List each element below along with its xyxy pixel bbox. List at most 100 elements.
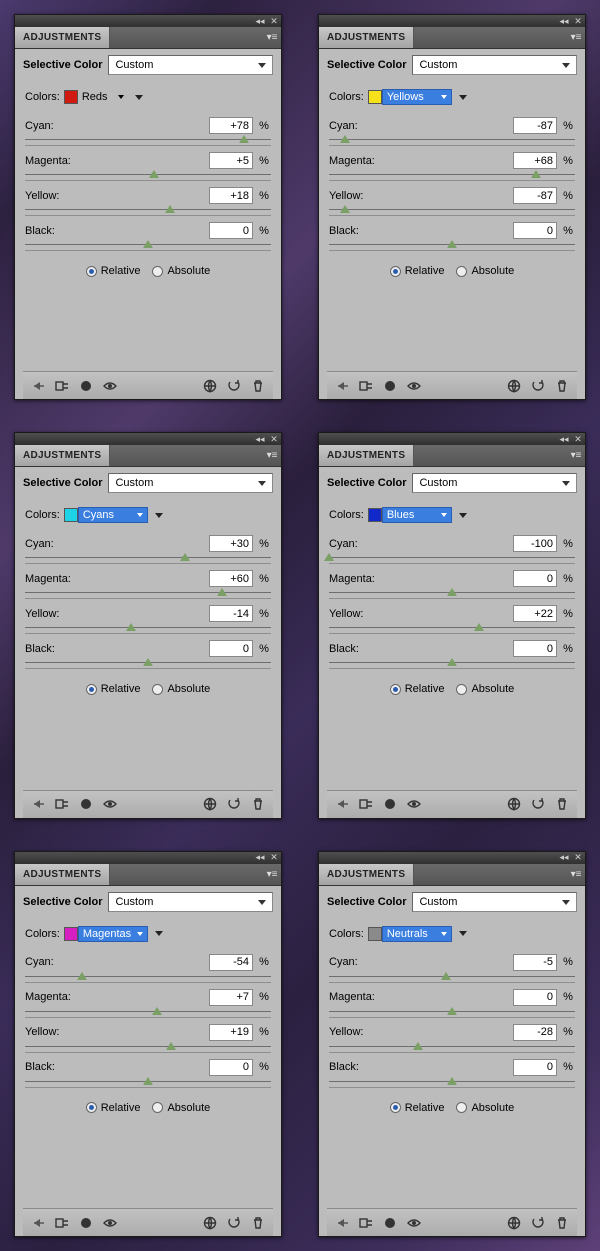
channel-slider[interactable] bbox=[329, 624, 575, 634]
expand-icon[interactable] bbox=[53, 795, 71, 813]
slider-thumb[interactable] bbox=[152, 1007, 162, 1015]
slider-thumb[interactable] bbox=[77, 972, 87, 980]
trash-icon[interactable] bbox=[249, 1214, 267, 1232]
close-icon[interactable]: ✕ bbox=[573, 434, 583, 444]
radio-absolute[interactable]: Absolute bbox=[152, 683, 210, 695]
new-layer-icon[interactable] bbox=[77, 377, 95, 395]
new-layer-icon[interactable] bbox=[381, 377, 399, 395]
channel-slider[interactable] bbox=[25, 206, 271, 216]
trash-icon[interactable] bbox=[553, 795, 571, 813]
clip-icon[interactable] bbox=[201, 795, 219, 813]
reset-icon[interactable] bbox=[529, 795, 547, 813]
tab-adjustments[interactable]: ADJUSTMENTS bbox=[319, 27, 414, 48]
radio-relative[interactable]: Relative bbox=[390, 1102, 445, 1114]
slider-thumb[interactable] bbox=[180, 553, 190, 561]
slider-thumb[interactable] bbox=[441, 972, 451, 980]
channel-slider[interactable] bbox=[329, 1043, 575, 1053]
radio-absolute[interactable]: Absolute bbox=[152, 1102, 210, 1114]
color-dropdown[interactable]: Blues bbox=[382, 507, 452, 523]
expand-icon[interactable] bbox=[357, 795, 375, 813]
channel-slider[interactable] bbox=[25, 136, 271, 146]
channel-slider[interactable] bbox=[25, 1043, 271, 1053]
channel-value-input[interactable] bbox=[209, 535, 253, 552]
slider-thumb[interactable] bbox=[340, 205, 350, 213]
channel-value-input[interactable] bbox=[209, 640, 253, 657]
visibility-icon[interactable] bbox=[405, 795, 423, 813]
close-icon[interactable]: ✕ bbox=[573, 16, 583, 26]
slider-thumb[interactable] bbox=[143, 240, 153, 248]
channel-value-input[interactable] bbox=[513, 605, 557, 622]
channel-slider[interactable] bbox=[329, 1008, 575, 1018]
visibility-icon[interactable] bbox=[101, 377, 119, 395]
back-icon[interactable] bbox=[333, 1214, 351, 1232]
color-dropdown[interactable]: Neutrals bbox=[382, 926, 452, 942]
expand-icon[interactable] bbox=[357, 1214, 375, 1232]
chevron-down-icon[interactable] bbox=[456, 927, 470, 941]
expand-icon[interactable] bbox=[357, 377, 375, 395]
reset-icon[interactable] bbox=[225, 377, 243, 395]
panel-menu-icon[interactable]: ▾≡ bbox=[567, 27, 585, 48]
tab-adjustments[interactable]: ADJUSTMENTS bbox=[15, 445, 110, 466]
radio-absolute[interactable]: Absolute bbox=[456, 1102, 514, 1114]
radio-relative[interactable]: Relative bbox=[86, 265, 141, 277]
slider-thumb[interactable] bbox=[126, 623, 136, 631]
visibility-icon[interactable] bbox=[405, 377, 423, 395]
panel-menu-icon[interactable]: ▾≡ bbox=[263, 864, 281, 885]
new-layer-icon[interactable] bbox=[381, 1214, 399, 1232]
slider-thumb[interactable] bbox=[447, 1077, 457, 1085]
close-icon[interactable]: ✕ bbox=[269, 853, 279, 863]
channel-value-input[interactable] bbox=[513, 640, 557, 657]
channel-value-input[interactable] bbox=[513, 989, 557, 1006]
color-dropdown[interactable]: Magentas bbox=[78, 926, 148, 942]
preset-dropdown[interactable]: Custom bbox=[412, 55, 577, 75]
reset-icon[interactable] bbox=[225, 795, 243, 813]
back-icon[interactable] bbox=[29, 377, 47, 395]
channel-slider[interactable] bbox=[25, 1008, 271, 1018]
expand-icon[interactable] bbox=[53, 1214, 71, 1232]
slider-thumb[interactable] bbox=[474, 623, 484, 631]
preset-dropdown[interactable]: Custom bbox=[108, 892, 273, 912]
back-icon[interactable] bbox=[29, 1214, 47, 1232]
collapse-icon[interactable]: ◂◂ bbox=[255, 434, 265, 444]
channel-value-input[interactable] bbox=[209, 117, 253, 134]
slider-thumb[interactable] bbox=[531, 170, 541, 178]
chevron-down-icon[interactable] bbox=[456, 508, 470, 522]
collapse-icon[interactable]: ◂◂ bbox=[559, 853, 569, 863]
channel-slider[interactable] bbox=[25, 659, 271, 669]
slider-thumb[interactable] bbox=[239, 135, 249, 143]
clip-icon[interactable] bbox=[505, 377, 523, 395]
radio-relative[interactable]: Relative bbox=[390, 265, 445, 277]
color-dropdown[interactable]: Reds bbox=[78, 89, 128, 105]
new-layer-icon[interactable] bbox=[77, 795, 95, 813]
channel-value-input[interactable] bbox=[209, 1059, 253, 1076]
slider-thumb[interactable] bbox=[447, 240, 457, 248]
reset-icon[interactable] bbox=[529, 1214, 547, 1232]
collapse-icon[interactable]: ◂◂ bbox=[255, 853, 265, 863]
panel-menu-icon[interactable]: ▾≡ bbox=[567, 864, 585, 885]
slider-thumb[interactable] bbox=[143, 658, 153, 666]
channel-slider[interactable] bbox=[329, 171, 575, 181]
new-layer-icon[interactable] bbox=[381, 795, 399, 813]
slider-thumb[interactable] bbox=[166, 1042, 176, 1050]
channel-value-input[interactable] bbox=[209, 222, 253, 239]
channel-slider[interactable] bbox=[25, 171, 271, 181]
chevron-down-icon[interactable] bbox=[132, 90, 146, 104]
channel-value-input[interactable] bbox=[513, 570, 557, 587]
channel-slider[interactable] bbox=[329, 554, 575, 564]
chevron-down-icon[interactable] bbox=[152, 927, 166, 941]
clip-icon[interactable] bbox=[201, 1214, 219, 1232]
channel-slider[interactable] bbox=[25, 624, 271, 634]
radio-relative[interactable]: Relative bbox=[86, 683, 141, 695]
preset-dropdown[interactable]: Custom bbox=[108, 473, 273, 493]
tab-adjustments[interactable]: ADJUSTMENTS bbox=[319, 445, 414, 466]
slider-thumb[interactable] bbox=[217, 588, 227, 596]
slider-thumb[interactable] bbox=[413, 1042, 423, 1050]
channel-value-input[interactable] bbox=[209, 187, 253, 204]
channel-value-input[interactable] bbox=[513, 1024, 557, 1041]
channel-slider[interactable] bbox=[25, 241, 271, 251]
channel-value-input[interactable] bbox=[513, 222, 557, 239]
collapse-icon[interactable]: ◂◂ bbox=[559, 434, 569, 444]
tab-adjustments[interactable]: ADJUSTMENTS bbox=[15, 27, 110, 48]
back-icon[interactable] bbox=[333, 377, 351, 395]
slider-thumb[interactable] bbox=[340, 135, 350, 143]
